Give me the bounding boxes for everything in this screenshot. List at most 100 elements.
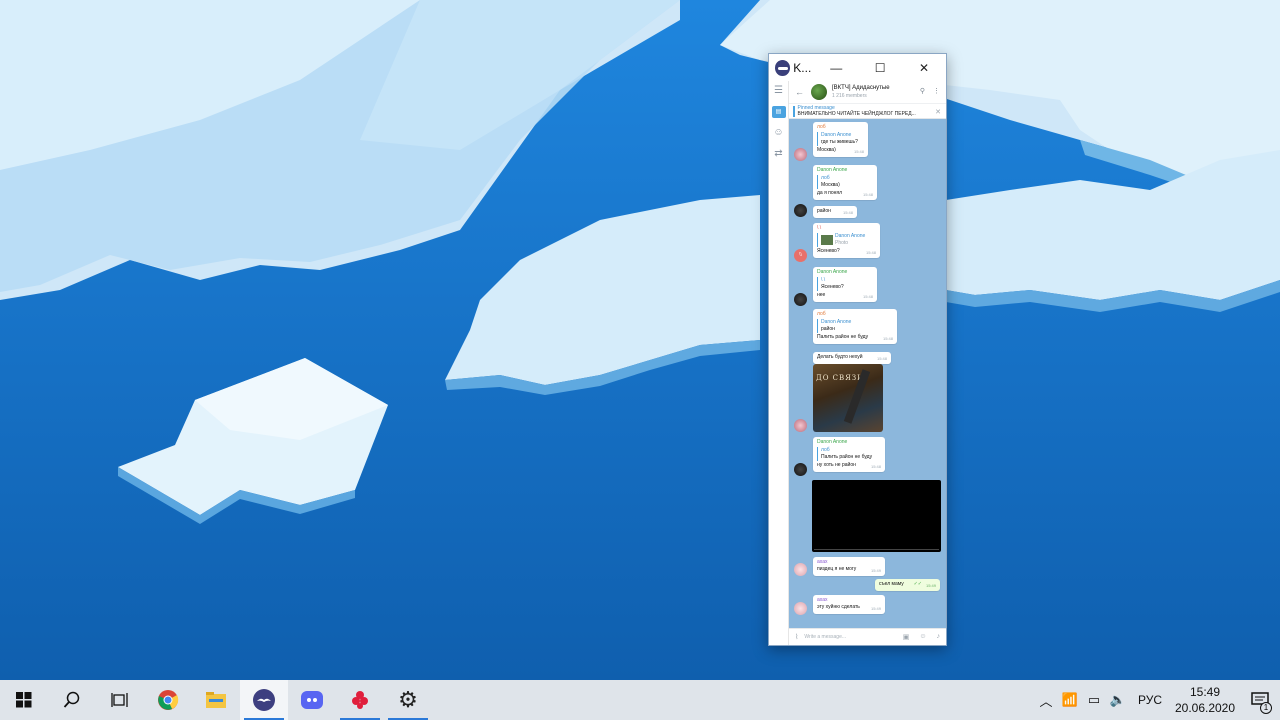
gear-icon: ⚙ (398, 687, 418, 712)
telegram-window[interactable]: K... — ☐ ✕ ☰ ▤ ☺ ⇄ ← [ВКТЧ] Адидаснутые … (768, 53, 947, 646)
commands-icon[interactable]: ▣ (903, 633, 910, 641)
message-sender: ахах (817, 597, 828, 603)
close-button[interactable]: ✕ (902, 54, 946, 81)
user-avatar[interactable] (794, 293, 807, 306)
back-arrow-icon[interactable]: ← (795, 87, 807, 97)
discord-taskbar-button[interactable] (288, 680, 336, 720)
message-time: 15:48 (862, 294, 873, 299)
message-text: да я понял (817, 190, 843, 196)
user-avatar[interactable]: \\ (794, 249, 807, 262)
chrome-icon (158, 690, 179, 710)
message-bubble[interactable]: лоб Danon Anone где ты живешь? Москва) 15:… (813, 122, 868, 157)
chat-header[interactable]: ← [ВКТЧ] Адидаснутые 1 216 members ⚲ ⋮ (789, 81, 946, 103)
user-avatar[interactable] (794, 204, 807, 217)
message-time: 15:48 (882, 336, 893, 341)
window-titlebar[interactable]: K... — ☐ ✕ (769, 54, 946, 81)
chrome-taskbar-button[interactable] (144, 680, 192, 720)
network-icon[interactable]: 📶 (1058, 680, 1082, 720)
message-text: эту хуйню сделать (817, 604, 860, 610)
message-bubble[interactable]: район 15:48 (813, 206, 857, 218)
emoji-icon[interactable]: ☺ (919, 633, 926, 641)
quote-sender: Danon Anone (821, 132, 852, 138)
volume-icon[interactable]: 🔈 (1106, 680, 1130, 720)
task-view-button[interactable] (96, 680, 144, 720)
menu-icon[interactable]: ☰ (773, 85, 785, 97)
quote-text: Москва) (821, 182, 840, 188)
user-avatar[interactable] (794, 419, 807, 432)
message-sender: Danon Anone (817, 269, 848, 275)
quote-text: Палить район не буду (821, 454, 873, 460)
clock-time: 15:49 (1189, 685, 1221, 699)
telegram-kotatogram-icon (253, 689, 275, 711)
windows-icon (16, 692, 32, 708)
start-button[interactable] (0, 680, 48, 720)
message-bubble[interactable]: Делать будто нехуй 15:48 (813, 352, 891, 364)
user-avatar[interactable] (794, 463, 807, 476)
user-avatar[interactable] (794, 563, 807, 576)
close-pinned-icon[interactable]: ✕ (935, 108, 941, 116)
edit-folders-icon[interactable]: ⇄ (773, 148, 785, 160)
message-bubble[interactable]: Danon Anone лоб Москва) да я понял 15:48 (813, 165, 877, 200)
search-icon (63, 691, 80, 708)
message-time: 15:48 (842, 210, 853, 215)
attach-icon[interactable]: ⌇ (795, 633, 798, 641)
video-message[interactable] (812, 480, 941, 552)
image-caption: ДО СВЯЗИ (816, 374, 865, 382)
message-text: Палить район не буду (817, 334, 869, 340)
language-indicator[interactable]: РУС (1130, 693, 1170, 707)
member-count: 1 216 members (832, 93, 867, 99)
message-bubble[interactable]: лоб Danon Anone район Палить район не буд… (813, 309, 897, 344)
message-bubble[interactable]: Danon Anone \ \ Ясенево? нее 15:48 (813, 267, 877, 302)
clock[interactable]: 15:49 20.06.2020 (1170, 684, 1240, 716)
pinned-message-bar[interactable]: Pinned message ВНИМАТЕЛЬНО ЧИТАЙТЕ ЧЕЙНД… (789, 103, 946, 119)
pinned-text: ВНИМАТЕЛЬНО ЧИТАЙТЕ ЧЕЙНДЖЛОГ ПЕРЕД... (797, 111, 916, 117)
image-message[interactable]: ДО СВЯЗИ (813, 364, 883, 432)
message-text: Делать будто нехуй (817, 354, 863, 360)
settings-taskbar-button[interactable]: ⚙ (384, 680, 432, 720)
telegram-body: ☰ ▤ ☺ ⇄ ← [ВКТЧ] Адидаснутые 1 216 membe… (769, 81, 946, 645)
message-time: 15:49 (870, 568, 881, 573)
quote-sender: Danon Anone (821, 319, 852, 325)
chat-name: [ВКТЧ] Адидаснутые (832, 85, 890, 91)
quote-sender: \ \ (821, 277, 826, 283)
search-button[interactable] (48, 680, 96, 720)
user-avatar[interactable] (794, 148, 807, 161)
message-text: съел маму (879, 581, 904, 587)
message-bubble[interactable]: Danon Anone лоб Палить район не буду ну х… (813, 437, 885, 472)
red-app-taskbar-button[interactable] (336, 680, 384, 720)
more-options-icon[interactable]: ⋮ (933, 87, 940, 95)
message-bubble[interactable]: ахах пиздец я не могу 15:49 (813, 557, 885, 576)
telegram-taskbar-button[interactable] (240, 680, 288, 720)
message-input[interactable]: Write a message... (804, 634, 846, 640)
message-text: ну хоть не район (817, 462, 856, 468)
message-bubble[interactable]: \ \ Danon Anone Photo Ясенево? 15:48 (813, 223, 880, 258)
show-hidden-icons-chevron-icon[interactable]: ︿ (1034, 680, 1058, 720)
minimize-button[interactable]: — (814, 54, 858, 81)
quote-thumbnail (821, 235, 833, 245)
microphone-icon[interactable]: ♪ (937, 633, 941, 641)
message-text: Ясенево? (817, 248, 840, 254)
chat-pane: ← [ВКТЧ] Адидаснутые 1 216 members ⚲ ⋮ P… (789, 81, 946, 645)
personal-folder-icon[interactable]: ☺ (773, 127, 785, 139)
message-bubble-outgoing[interactable]: съел маму 15:49 ✓✓ (875, 579, 940, 591)
desktop-wallpaper (0, 0, 1280, 680)
user-avatar[interactable] (794, 602, 807, 615)
search-icon[interactable]: ⚲ (920, 87, 925, 95)
message-sender: Danon Anone (817, 167, 848, 173)
battery-icon[interactable]: ▭ (1082, 680, 1106, 720)
action-center-button[interactable]: 1 (1240, 680, 1280, 720)
message-bubble[interactable]: ахах эту хуйню сделать 15:49 (813, 595, 885, 614)
all-chats-folder-icon[interactable]: ▤ (771, 106, 786, 118)
quote-sender: лоб (821, 447, 830, 453)
folder-icon (206, 692, 226, 708)
message-composer[interactable]: ⌇ Write a message... ▣ ☺ ♪ (789, 628, 946, 645)
system-tray: ︿ 📶 ▭ 🔈 РУС 15:49 20.06.2020 1 (1034, 680, 1280, 720)
message-time: 15:49 (925, 583, 936, 588)
group-avatar[interactable] (811, 84, 827, 100)
message-list[interactable]: лоб Danon Anone где ты живешь? Москва) 15:… (789, 119, 946, 628)
message-time: 15:49 (870, 606, 881, 611)
message-time: 15:48 (862, 192, 873, 197)
telegram-logo-icon (775, 59, 791, 76)
file-explorer-button[interactable] (192, 680, 240, 720)
maximize-button[interactable]: ☐ (858, 54, 902, 81)
